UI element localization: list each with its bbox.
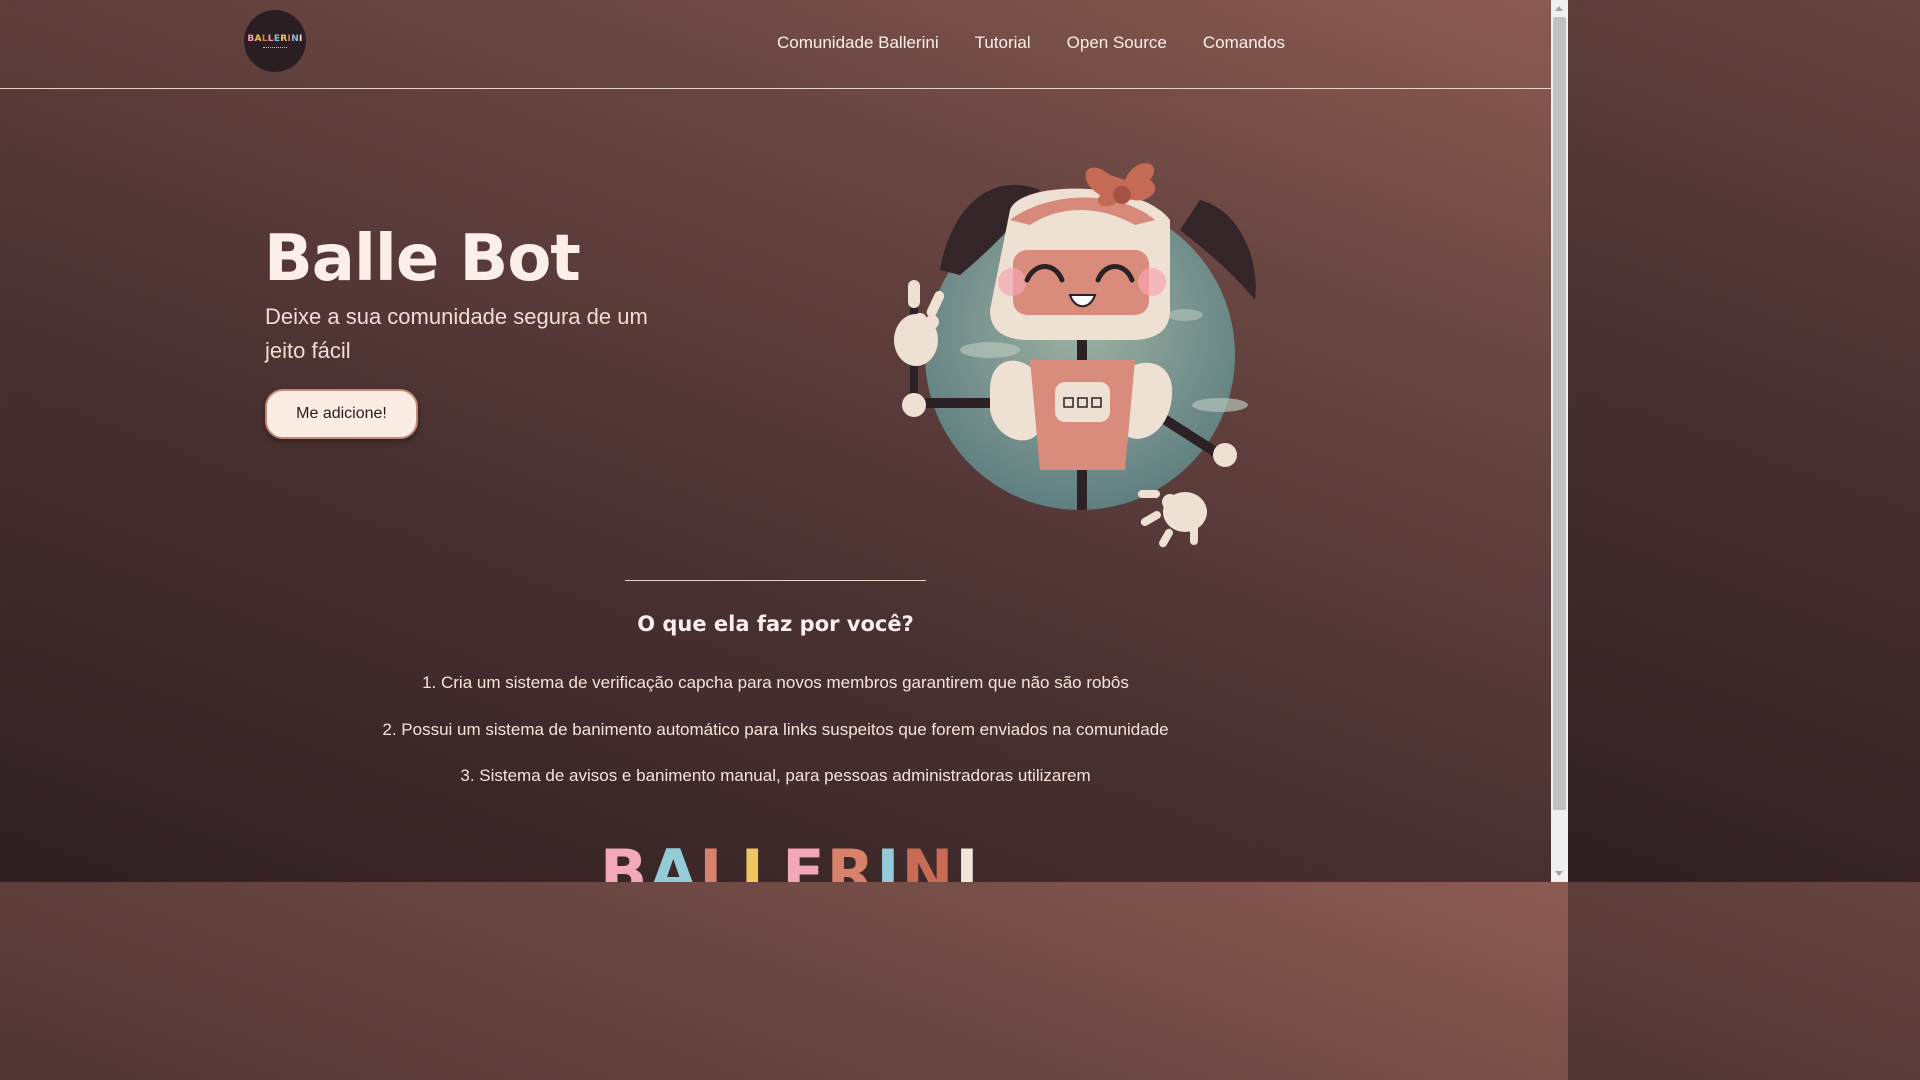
navbar: BALLERINI Comunidade Ballerini Tutorial … — [0, 0, 1551, 89]
wordmark-letter: E — [782, 836, 827, 883]
section-divider — [625, 580, 926, 581]
wordmark-letter: N — [901, 836, 956, 883]
nav-link-tutorial[interactable]: Tutorial — [975, 33, 1031, 53]
wordmark-letter: L — [740, 836, 783, 883]
logo-text: BALLERINI — [247, 34, 302, 44]
features-title: O que ela faz por você? — [637, 612, 914, 636]
scrollbar-thumb[interactable] — [1553, 17, 1566, 810]
scroll-up-icon[interactable] — [1555, 6, 1563, 11]
page-viewport: BALLERINI Comunidade Ballerini Tutorial … — [0, 0, 1551, 882]
feature-item: 3. Sistema de avisos e banimento manual,… — [460, 766, 1091, 785]
vertical-scrollbar[interactable] — [1551, 0, 1568, 882]
wordmark-letter: I — [876, 836, 902, 883]
hero-title: Balle Bot — [264, 222, 581, 296]
wordmark-letter: I — [299, 33, 303, 44]
wordmark-letter: B — [600, 836, 650, 883]
feature-item: 1. Cria um sistema de verificação capcha… — [422, 673, 1129, 692]
wordmark-letter: R — [280, 33, 288, 44]
add-bot-button[interactable]: Me adicione! — [265, 389, 418, 439]
wordmark-letter: L — [699, 836, 741, 883]
nav-link-comunidade[interactable]: Comunidade Ballerini — [777, 33, 939, 53]
ballerini-logo[interactable]: BALLERINI — [244, 10, 306, 72]
features-list: 1. Cria um sistema de verificação capcha… — [0, 672, 1551, 812]
wordmark-letter: A — [649, 836, 700, 883]
scroll-down-icon[interactable] — [1555, 871, 1563, 876]
wordmark-letter: N — [291, 33, 300, 44]
footer-brand-wordmark: BALLERINI — [600, 842, 980, 883]
feature-item: 2. Possui um sistema de banimento automá… — [382, 719, 1169, 739]
logo-ornament-icon — [263, 46, 287, 49]
wordmark-letter: A — [254, 33, 262, 44]
wordmark-letter: R — [826, 836, 877, 883]
hero-subtitle: Deixe a sua comunidade segura de um jeit… — [265, 304, 648, 363]
wordmark-letter: I — [955, 836, 981, 883]
nav-links: Comunidade Ballerini Tutorial Open Sourc… — [777, 33, 1321, 53]
nav-link-open-source[interactable]: Open Source — [1067, 33, 1167, 53]
robot-mascot-icon — [894, 163, 1256, 548]
nav-link-comandos[interactable]: Comandos — [1203, 33, 1285, 53]
